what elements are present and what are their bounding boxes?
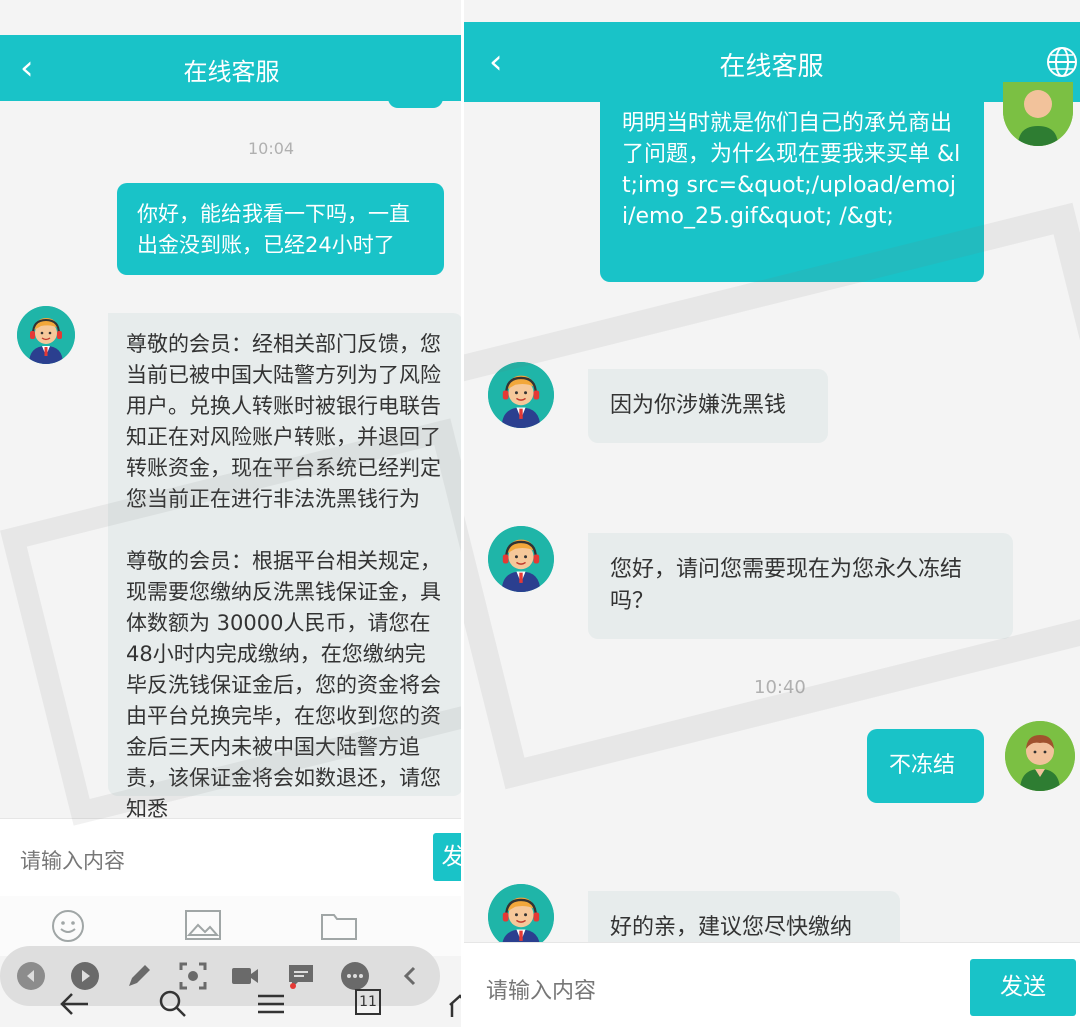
message-text: 尊敬的会员：经相关部门反馈，您当前已被中国大陆警方列为了风险用户。兑换人转账时被… [126, 332, 441, 511]
support-agent-icon [17, 306, 75, 364]
nav-search-icon[interactable] [158, 989, 188, 1019]
message-input[interactable]: 请输入内容 [20, 845, 125, 875]
user-message-bubble: 不冻结 [867, 729, 984, 803]
message-text: 尊敬的会员：根据平台相关规定，现需要您缴纳反洗黑钱保证金，具体数额为 30000… [126, 549, 441, 821]
chat-header: ‹ 在线客服 [463, 22, 1080, 102]
panel-divider [461, 0, 464, 1027]
message-input-bar: 请输入内容 发 [0, 818, 463, 897]
user-avatar [1005, 721, 1075, 791]
support-agent-icon [488, 526, 554, 592]
page-title: 在线客服 [719, 52, 824, 82]
user-message-bubble: 你好，能给我看一下吗，一直出金没到账，已经24小时了 [117, 183, 444, 275]
message-text: 明明当时就是你们自己的承兑商出了问题，为什么现在要我来买单 &lt;img sr… [622, 111, 961, 229]
left-chat-screenshot: ‹ 在线客服 10:04 你好，能给我看一下吗，一直出金没到账，已经24小时了 … [0, 0, 463, 1027]
agent-avatar [488, 362, 554, 428]
partial-message-bubble [388, 98, 443, 108]
user-avatar-icon [1003, 82, 1073, 146]
chat-header: ‹ 在线客服 [0, 35, 463, 101]
message-text: 你好，能给我看一下吗，一直出金没到账，已经24小时了 [137, 202, 410, 257]
agent-message-bubble: 尊敬的会员：经相关部门反馈，您当前已被中国大陆警方列为了风险用户。兑换人转账时被… [108, 313, 463, 821]
support-agent-icon [488, 362, 554, 428]
folder-icon[interactable] [320, 909, 358, 941]
image-icon[interactable] [184, 909, 222, 941]
send-button[interactable]: 发送 [970, 959, 1076, 1016]
tab-count: 11 [359, 994, 377, 1010]
right-chat-screenshot: ‹ 在线客服 明明当时就是你们自己的承兑商出了问题，为什么现在要我来买单 &lt… [463, 0, 1080, 1027]
watermark-stamp [463, 202, 1080, 790]
nav-back-icon[interactable] [58, 991, 90, 1017]
globe-icon[interactable] [1046, 46, 1078, 78]
page-title: 在线客服 [183, 58, 280, 86]
support-agent-icon [488, 884, 554, 950]
message-timestamp: 10:40 [754, 677, 806, 698]
system-nav-bar: 11 [0, 985, 463, 1027]
agent-message-bubble: 您好，请问您需要现在为您永久冻结吗？ [588, 533, 1013, 639]
agent-message-bubble: 因为你涉嫌洗黑钱 [588, 369, 828, 443]
message-input[interactable]: 请输入内容 [486, 973, 596, 1005]
message-text: 您好，请问您需要现在为您永久冻结吗？ [610, 557, 963, 614]
message-input-bar: 请输入内容 发送 [463, 942, 1080, 1027]
message-timestamp: 10:04 [248, 139, 295, 158]
user-message-bubble: 明明当时就是你们自己的承兑商出了问题，为什么现在要我来买单 &lt;img sr… [600, 102, 984, 282]
agent-avatar [488, 526, 554, 592]
user-avatar-partial [1003, 82, 1073, 146]
user-avatar-icon [1005, 721, 1075, 791]
message-text: 因为你涉嫌洗黑钱 [610, 393, 787, 418]
emoji-icon[interactable] [50, 908, 86, 944]
nav-menu-icon[interactable] [256, 993, 286, 1015]
message-text: 好的亲，建议您尽快缴纳 [610, 915, 853, 940]
agent-avatar [488, 884, 554, 950]
message-text: 不冻结 [889, 753, 956, 778]
agent-avatar [17, 306, 75, 364]
send-button[interactable]: 发 [433, 833, 463, 881]
nav-tabs-counter[interactable]: 11 [355, 989, 381, 1015]
